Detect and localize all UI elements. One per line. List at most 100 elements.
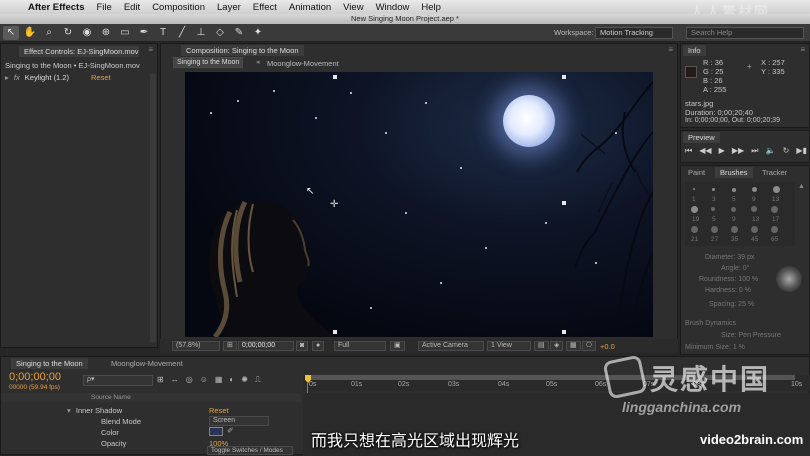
menu-layer[interactable]: Layer bbox=[217, 2, 241, 13]
comp-flowchart-icon[interactable]: ⎔ bbox=[582, 341, 597, 351]
clone-stamp-tool-icon[interactable]: ⊥ bbox=[193, 26, 209, 40]
snapshot-camera-icon[interactable]: ◙ bbox=[296, 341, 309, 351]
mini-flowchart-icon[interactable]: ⊞ bbox=[157, 375, 164, 385]
region-of-interest-icon[interactable]: ▣ bbox=[390, 341, 405, 351]
tab-paint[interactable]: Paint bbox=[683, 167, 710, 178]
brush-tip[interactable] bbox=[731, 207, 736, 212]
brush-tip[interactable] bbox=[771, 206, 778, 213]
menu-edit[interactable]: Edit bbox=[124, 2, 140, 13]
expand-triangle-icon[interactable]: ▾ bbox=[67, 406, 71, 415]
menu-window[interactable]: Window bbox=[376, 2, 410, 13]
brush-tip[interactable] bbox=[711, 207, 715, 211]
info-tab[interactable]: Info bbox=[683, 45, 706, 56]
breadcrumb-singing-to-the-moon[interactable]: Singing to the Moon bbox=[173, 57, 244, 68]
hide-shy-icon[interactable]: ☺ bbox=[200, 375, 208, 385]
layer-handle-top-right[interactable] bbox=[562, 75, 566, 79]
exposure-value[interactable]: +0.0 bbox=[600, 342, 615, 351]
view-layout-select[interactable]: 1 View bbox=[487, 341, 531, 351]
app-menu[interactable]: After Effects bbox=[28, 2, 85, 13]
camera-tool-icon[interactable]: ◉ bbox=[79, 26, 95, 40]
effect-row-keylight[interactable]: ▸ fx Keylight (1.2) Reset bbox=[5, 73, 155, 83]
motion-blur-icon[interactable]: ◐ bbox=[229, 375, 234, 385]
brush-tool-icon[interactable]: ╱ bbox=[174, 26, 190, 40]
brush-tip[interactable] bbox=[711, 226, 718, 233]
brush-tip[interactable] bbox=[732, 188, 736, 192]
eraser-tool-icon[interactable]: ◇ bbox=[212, 26, 228, 40]
inner-shadow-reset-link[interactable]: Reset bbox=[209, 406, 229, 415]
brush-tip[interactable] bbox=[691, 206, 698, 213]
breadcrumb-moonglow-movement[interactable]: Moonglow-Movement bbox=[267, 59, 339, 68]
menu-view[interactable]: View bbox=[343, 2, 363, 13]
brush-size[interactable]: Size: Pen Pressure bbox=[721, 332, 781, 339]
preview-tab[interactable]: Preview bbox=[683, 132, 720, 143]
composition-tab[interactable]: Composition: Singing to the Moon bbox=[181, 45, 304, 56]
color-swatch-button[interactable] bbox=[209, 427, 223, 436]
selection-tool-icon[interactable]: ↖ bbox=[3, 25, 19, 40]
brush-tip[interactable] bbox=[773, 186, 780, 193]
first-frame-icon[interactable]: ⏮ bbox=[685, 146, 692, 156]
menu-help[interactable]: Help bbox=[421, 2, 441, 13]
timeline-tab-moonglow-movement[interactable]: Moonglow-Movement bbox=[106, 358, 188, 369]
tab-brushes[interactable]: Brushes bbox=[715, 167, 753, 178]
resolution-select[interactable]: Full bbox=[334, 341, 386, 351]
layer-handle-middle-right[interactable] bbox=[562, 201, 566, 205]
brush-tip[interactable] bbox=[751, 206, 757, 212]
effect-reset-link[interactable]: Reset bbox=[91, 73, 111, 82]
effect-controls-tab[interactable]: Effect Controls: EJ-SingMoon.mov bbox=[19, 46, 139, 57]
loop-icon[interactable]: ↻ bbox=[783, 146, 790, 156]
brush-tip[interactable] bbox=[752, 187, 757, 192]
play-icon[interactable]: ▶ bbox=[719, 146, 725, 156]
hand-tool-icon[interactable]: ✋ bbox=[22, 26, 38, 40]
fast-previews-icon[interactable]: ◈ bbox=[550, 341, 564, 351]
layer-handle-bottom-center[interactable] bbox=[333, 330, 337, 334]
pen-tool-icon[interactable]: ✒ bbox=[136, 26, 152, 40]
layer-handle-bottom-right[interactable] bbox=[562, 330, 566, 334]
zoom-tool-icon[interactable]: ⌕ bbox=[41, 26, 57, 40]
expand-triangle-icon[interactable]: ▸ bbox=[5, 73, 9, 82]
audio-icon[interactable]: 🔈 bbox=[766, 146, 776, 156]
roto-brush-tool-icon[interactable]: ✎ bbox=[231, 26, 247, 40]
brainstorm-icon[interactable]: ✺ bbox=[241, 375, 248, 385]
text-tool-icon[interactable]: T bbox=[155, 26, 171, 40]
timeline-search-input[interactable]: ρ▾ bbox=[83, 375, 153, 386]
next-frame-icon[interactable]: ▶▶ bbox=[732, 146, 744, 156]
search-help-input[interactable]: Search Help bbox=[686, 27, 804, 39]
show-channel-icon[interactable]: ● bbox=[312, 341, 325, 351]
live-update-icon[interactable]: ↔ bbox=[171, 375, 179, 385]
property-inner-shadow[interactable]: ▾ Inner Shadow bbox=[67, 406, 122, 415]
brush-tip[interactable] bbox=[691, 226, 698, 233]
brush-tip[interactable] bbox=[693, 188, 695, 190]
tab-tracker[interactable]: Tracker bbox=[757, 167, 792, 178]
brush-tip[interactable] bbox=[731, 226, 738, 233]
brush-tip[interactable] bbox=[751, 226, 758, 233]
menu-file[interactable]: File bbox=[97, 2, 112, 13]
timeline-icon[interactable]: ▦ bbox=[566, 341, 581, 351]
blend-mode-select[interactable]: Screen bbox=[209, 416, 269, 426]
eyedropper-icon[interactable]: ✐ bbox=[227, 426, 234, 435]
magnification-select[interactable]: (57.8%) bbox=[172, 341, 220, 351]
brush-spacing[interactable]: Spacing: 25 % bbox=[709, 301, 754, 308]
info-menu-icon[interactable]: ≡ bbox=[800, 45, 805, 54]
frame-blending-icon[interactable]: ▦ bbox=[215, 375, 223, 385]
brush-angle[interactable]: Angle: 0° bbox=[721, 265, 750, 272]
draft-3d-icon[interactable]: ◎ bbox=[186, 375, 193, 385]
timecode-display[interactable]: 0;00;00;00 bbox=[238, 341, 294, 351]
anchor-point-icon[interactable]: ✛ bbox=[330, 199, 338, 210]
timeline-tab-singing-to-the-moon[interactable]: Singing to the Moon bbox=[11, 358, 88, 369]
brush-hardness[interactable]: Hardness: 0 % bbox=[705, 287, 751, 294]
menu-animation[interactable]: Animation bbox=[289, 2, 331, 13]
panel-menu-icon[interactable]: ≡ bbox=[148, 45, 153, 54]
menu-composition[interactable]: Composition bbox=[152, 2, 205, 13]
brush-minimum-size[interactable]: Minimum Size: 1 % bbox=[685, 344, 745, 351]
previous-frame-icon[interactable]: ◀◀ bbox=[699, 146, 711, 156]
ram-preview-icon[interactable]: ▶▮ bbox=[796, 146, 807, 156]
brush-tip[interactable] bbox=[712, 188, 715, 191]
camera-select[interactable]: Active Camera bbox=[418, 341, 484, 351]
workspace-select[interactable]: Motion Tracking bbox=[595, 27, 673, 39]
puppet-tool-icon[interactable]: ✦ bbox=[250, 26, 266, 40]
composition-menu-icon[interactable]: ≡ bbox=[668, 45, 673, 54]
rectangle-tool-icon[interactable]: ▭ bbox=[117, 26, 133, 40]
panel-scrollbar[interactable] bbox=[150, 74, 156, 342]
brush-tip[interactable] bbox=[771, 226, 778, 233]
composition-viewer[interactable]: ✛ ↖ bbox=[185, 72, 653, 337]
